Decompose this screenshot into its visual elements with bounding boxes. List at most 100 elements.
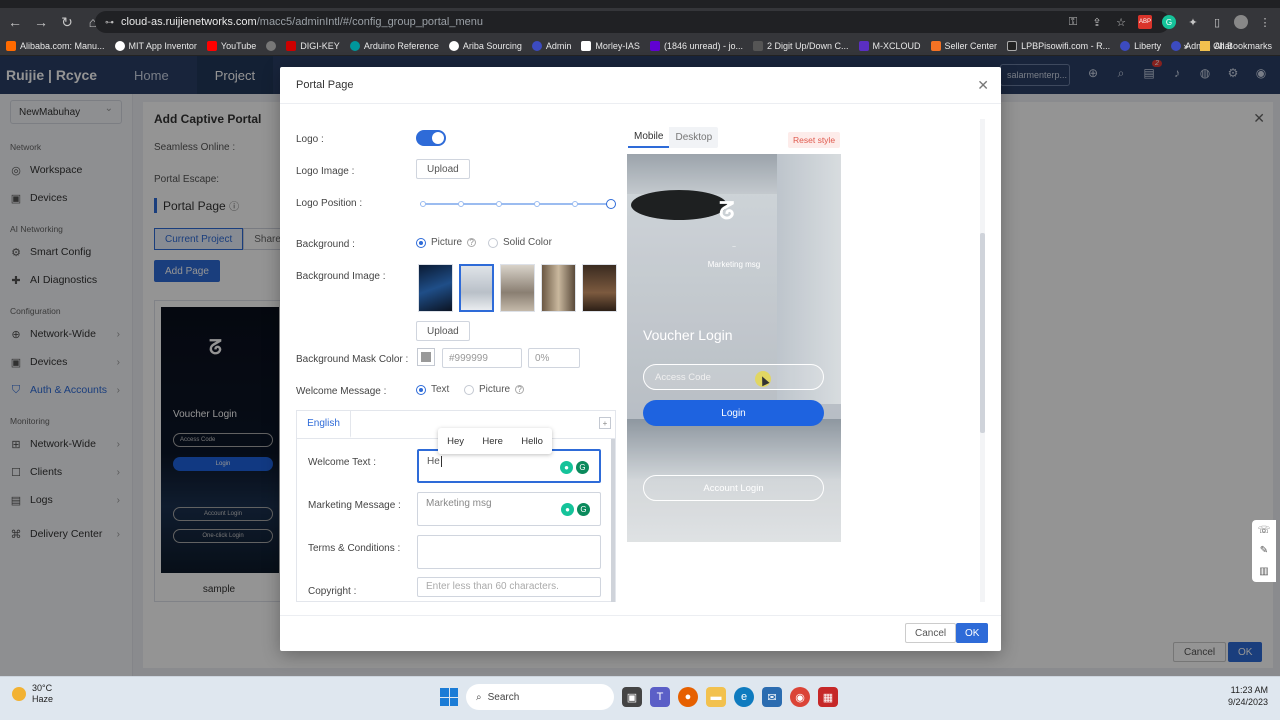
- forward-icon[interactable]: →: [30, 11, 52, 33]
- wm-picture-radio[interactable]: Picture?: [464, 384, 525, 395]
- slider-stop: [458, 201, 464, 207]
- logo-upload-button[interactable]: Upload: [416, 159, 470, 179]
- bookmark[interactable]: DIGI-KEY: [286, 40, 340, 51]
- preview-marketing: Marketing msg: [707, 260, 761, 269]
- bookmark[interactable]: Liberty: [1120, 40, 1161, 51]
- bookmark[interactable]: 2 Digit Up/Down C...: [752, 40, 849, 51]
- edge-icon[interactable]: e: [734, 687, 754, 707]
- bookmark[interactable]: Ariba Sourcing: [448, 40, 522, 51]
- star-icon[interactable]: ☆: [1114, 15, 1128, 29]
- share-icon[interactable]: ⇪: [1090, 15, 1104, 29]
- slider-handle[interactable]: [606, 199, 616, 209]
- extensions-icon[interactable]: ✦: [1186, 15, 1200, 29]
- bookmark[interactable]: Seller Center: [930, 40, 997, 51]
- windows-start-icon[interactable]: [440, 688, 458, 706]
- bookmark[interactable]: Arduino Reference: [349, 40, 439, 51]
- bookmark[interactable]: Admin: [531, 40, 571, 51]
- tab-desktop[interactable]: Desktop: [669, 127, 718, 148]
- address-bar[interactable]: ⊶ cloud-as.ruijienetworks.com/macc5/admi…: [95, 11, 1170, 33]
- copyright-input[interactable]: Enter less than 60 characters.: [417, 577, 601, 597]
- suggestion-item[interactable]: Hey: [447, 436, 464, 447]
- teams-icon[interactable]: T: [650, 687, 670, 707]
- file-explorer-icon[interactable]: ▬: [706, 687, 726, 707]
- text-caret: [440, 456, 442, 467]
- app-icon[interactable]: ▦: [818, 687, 838, 707]
- windows-taskbar: 30°C Haze ⌕ Search ▣ T ● ▬ e ✉ ◉ ▦ 11:23 A…: [0, 676, 1280, 720]
- reload-icon[interactable]: ↻: [56, 11, 78, 33]
- preview-login-button: Login: [643, 400, 824, 426]
- marketing-input[interactable]: Marketing msg ● G: [417, 492, 601, 526]
- bg-thumb-shelf[interactable]: [541, 264, 576, 312]
- logo-position-slider[interactable]: [420, 199, 616, 209]
- adblock-icon[interactable]: ABP: [1138, 15, 1152, 29]
- mask-color-swatch[interactable]: [417, 348, 435, 366]
- bookmark[interactable]: (1846 unread) - jo...: [649, 40, 743, 51]
- mask-color-input[interactable]: #999999: [442, 348, 522, 368]
- bookmark[interactable]: LPBPisowifi.com - R...: [1007, 40, 1110, 51]
- close-icon[interactable]: ✕: [977, 77, 989, 94]
- logo-toggle[interactable]: [416, 130, 446, 146]
- profile-icon[interactable]: [1234, 15, 1248, 29]
- grammarly-widget[interactable]: ● G: [561, 503, 590, 516]
- grammarly-extension-icon[interactable]: G: [1162, 15, 1176, 29]
- grammarly-icon[interactable]: G: [576, 461, 589, 474]
- welcome-text-input[interactable]: He ● G: [417, 449, 601, 483]
- chat-icon: [1171, 40, 1182, 51]
- tab-english[interactable]: English: [297, 411, 351, 438]
- bg-thumb-earth[interactable]: [418, 264, 453, 312]
- all-bookmarks[interactable]: All Bookmarks: [1214, 41, 1272, 51]
- bg-upload-button[interactable]: Upload: [416, 321, 470, 341]
- weather-widget[interactable]: 30°C Haze: [12, 683, 53, 705]
- firefox-icon[interactable]: ●: [678, 687, 698, 707]
- taskview-icon[interactable]: ▣: [622, 687, 642, 707]
- bg-picture-radio[interactable]: Picture?: [416, 237, 477, 248]
- bg-solid-radio[interactable]: Solid Color: [488, 237, 552, 248]
- bg-thumb-cafe[interactable]: [582, 264, 617, 312]
- help-icon[interactable]: ?: [467, 238, 477, 247]
- logo-label: Logo :: [296, 134, 324, 145]
- bookmark[interactable]: M-XCLOUD: [858, 40, 921, 51]
- suggestion-item[interactable]: Here: [482, 436, 503, 447]
- logo-position-label: Logo Position :: [296, 198, 363, 209]
- bg-thumb-room[interactable]: [500, 264, 535, 312]
- terms-input[interactable]: [417, 535, 601, 569]
- mail-icon[interactable]: ✉: [762, 687, 782, 707]
- site-info-icon[interactable]: ⊶: [105, 17, 115, 28]
- menu-icon[interactable]: ⋮: [1258, 15, 1272, 29]
- more-bookmarks[interactable]: »: [1183, 41, 1188, 51]
- key-icon[interactable]: ⚿: [1066, 15, 1080, 29]
- ok-button[interactable]: OK: [956, 623, 989, 643]
- bookmark[interactable]: [266, 40, 277, 51]
- chat-icon[interactable]: ☏: [1258, 525, 1271, 536]
- tab-mobile[interactable]: Mobile: [628, 127, 670, 148]
- bulb-icon[interactable]: ●: [561, 503, 574, 516]
- edit-icon[interactable]: ✎: [1260, 545, 1268, 556]
- bookmark[interactable]: Alibaba.com: Manu...: [6, 40, 105, 51]
- clock-date: 9/24/2023: [1227, 697, 1268, 707]
- mask-opacity-input[interactable]: 0%: [528, 348, 580, 368]
- system-clock[interactable]: 11:23 AM 9/24/2023: [1228, 684, 1268, 708]
- bookmark[interactable]: MIT App Inventor: [114, 40, 197, 51]
- bulb-icon[interactable]: ●: [560, 461, 573, 474]
- modal-scrollbar[interactable]: [980, 119, 985, 602]
- suggestion-item[interactable]: Hello: [521, 436, 543, 447]
- add-language-icon[interactable]: +: [599, 417, 611, 429]
- sidepanel-icon[interactable]: ▯: [1210, 15, 1224, 29]
- wm-text-radio[interactable]: Text: [416, 384, 449, 395]
- reset-style-button[interactable]: Reset style: [788, 132, 841, 148]
- back-icon[interactable]: ←: [4, 11, 26, 33]
- taskbar-search[interactable]: ⌕ Search: [466, 684, 614, 710]
- bookmark[interactable]: YouTube: [206, 40, 256, 51]
- grammarly-widget[interactable]: ● G: [560, 461, 589, 474]
- bg-thumb-office[interactable]: [459, 264, 494, 312]
- bookmark[interactable]: Morley-IAS: [581, 40, 640, 51]
- grammarly-icon[interactable]: G: [577, 503, 590, 516]
- help-icon[interactable]: ?: [515, 385, 525, 394]
- panel-scrollbar[interactable]: [611, 439, 615, 602]
- copyright-label: Copyright :: [308, 586, 357, 597]
- url-path: /macc5/adminIntl/#/config_group_portal_m…: [256, 16, 483, 28]
- cancel-button[interactable]: Cancel: [905, 623, 957, 643]
- radio-on-icon: [416, 237, 426, 248]
- clipboard-icon[interactable]: ▥: [1259, 566, 1268, 577]
- chrome-icon[interactable]: ◉: [790, 687, 810, 707]
